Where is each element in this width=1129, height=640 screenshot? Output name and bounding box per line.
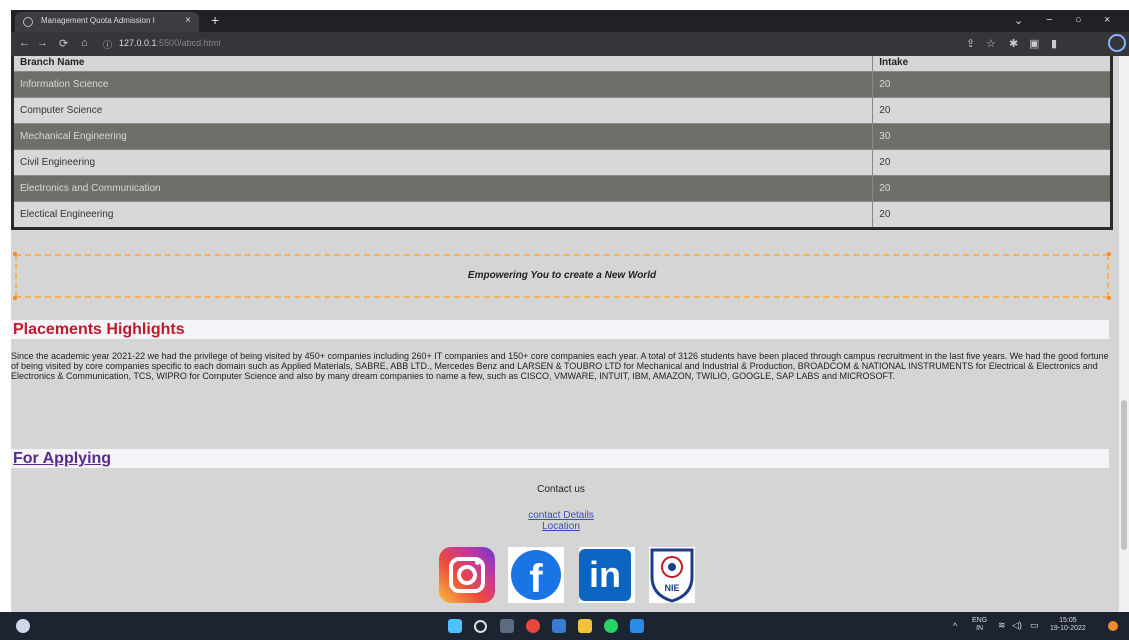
corner-dot <box>13 252 17 256</box>
column-header-branch: Branch Name <box>11 56 874 72</box>
scrollbar-thumb[interactable] <box>1121 400 1127 550</box>
vscode-icon[interactable] <box>630 619 644 633</box>
linkedin-icon[interactable]: in <box>579 547 635 603</box>
star-icon[interactable]: ☆ <box>986 37 996 50</box>
globe-icon <box>23 17 33 27</box>
reload-icon[interactable]: ⟳ <box>59 37 68 50</box>
battery-icon[interactable]: ▭ <box>1030 621 1039 630</box>
clock-time: 15:05 <box>1059 617 1077 624</box>
instagram-flash <box>475 560 480 565</box>
instagram-icon[interactable] <box>439 547 495 603</box>
nie-logo-text: NIE <box>664 583 679 593</box>
corner-dot <box>13 296 17 300</box>
corner-dot <box>1107 296 1111 300</box>
forward-arrow-icon[interactable]: → <box>37 37 48 49</box>
extensions-icon[interactable]: ✱ <box>1009 37 1018 50</box>
wifi-icon[interactable]: ≋ <box>998 621 1006 630</box>
branch-cell: Electical Engineering <box>11 201 874 229</box>
facebook-icon[interactable]: f <box>508 547 564 603</box>
info-icon[interactable]: ⓘ <box>103 38 112 51</box>
minimize-button[interactable]: − <box>1046 14 1052 26</box>
branch-cell: Electronics and Communication <box>11 175 874 202</box>
tab-close-button[interactable]: × <box>185 15 191 26</box>
volume-icon[interactable]: ◁) <box>1012 621 1022 630</box>
url-field[interactable]: 127.0.0.1:5500/abcd.html <box>119 38 221 48</box>
instagram-lens <box>457 565 477 585</box>
profile-icon[interactable] <box>1108 34 1126 52</box>
intake-cell: 20 <box>872 149 1112 176</box>
tab-search-chevron-icon[interactable]: ⌄ <box>1014 14 1023 27</box>
corner-dot <box>1107 252 1111 256</box>
share-icon[interactable]: ⇪ <box>966 37 975 50</box>
branch-intake-table: Branch Name Intake Information Science 20… <box>11 56 1113 230</box>
task-view-icon[interactable] <box>500 619 514 633</box>
sidepanel-icon[interactable]: ▣ <box>1029 37 1039 50</box>
page-content: Branch Name Intake Information Science 20… <box>11 56 1119 612</box>
clock-date: 19-10-2022 <box>1050 625 1086 632</box>
chrome-icon[interactable] <box>526 619 540 633</box>
table-row: Information Science 20 <box>11 71 1112 98</box>
restore-button[interactable]: ○ <box>1075 14 1082 26</box>
browser-toolbar: ← → ⟳ ⌂ ⓘ 127.0.0.1:5500/abcd.html ⇪ ☆ ✱… <box>11 32 1129 56</box>
intake-cell: 30 <box>872 123 1112 150</box>
back-arrow-icon[interactable]: ← <box>19 37 30 49</box>
language-indicator[interactable]: ENG IN <box>972 617 987 633</box>
column-header-intake: Intake <box>872 56 1112 72</box>
contact-details-link[interactable]: contact Details <box>11 510 1111 521</box>
weather-icon[interactable] <box>16 619 30 633</box>
close-window-button[interactable]: × <box>1104 14 1110 26</box>
table-row: Electronics and Communication 20 <box>11 175 1112 202</box>
tab-title: Management Quota Admission I <box>41 16 155 25</box>
whatsapp-icon[interactable] <box>604 619 618 633</box>
table-row: Computer Science 20 <box>11 97 1112 124</box>
tagline-banner: Empowering You to create a New World <box>15 254 1109 298</box>
table-row: Electical Engineering 20 <box>11 201 1112 229</box>
store-icon[interactable] <box>552 619 566 633</box>
notification-icon[interactable] <box>1108 621 1118 631</box>
branch-cell: Information Science <box>11 71 874 98</box>
intake-cell: 20 <box>872 71 1112 98</box>
taskbar: ^ ENG IN ≋ ◁) ▭ 15:05 19-10-2022 <box>0 612 1129 640</box>
browser-tab[interactable]: Management Quota Admission I × <box>15 12 199 32</box>
extension-badge-icon[interactable]: ▮ <box>1051 37 1057 50</box>
clock[interactable]: 15:05 19-10-2022 <box>1050 617 1086 633</box>
branch-cell: Civil Engineering <box>11 149 874 176</box>
facebook-glyph: f <box>511 550 561 600</box>
file-explorer-icon[interactable] <box>578 619 592 633</box>
for-applying-link[interactable]: For Applying <box>11 449 1109 468</box>
table-row: Mechanical Engineering 30 <box>11 123 1112 150</box>
placements-paragraph: Since the academic year 2021-22 we had t… <box>11 351 1109 381</box>
contact-us-title: Contact us <box>537 484 585 495</box>
home-icon[interactable]: ⌂ <box>81 37 88 49</box>
search-icon[interactable] <box>474 620 487 633</box>
intake-cell: 20 <box>872 175 1112 202</box>
url-path: :5500/abcd.html <box>156 38 221 48</box>
branch-cell: Computer Science <box>11 97 874 124</box>
url-host: 127.0.0.1 <box>119 38 157 48</box>
browser-tab-bar: Management Quota Admission I × + ⌄ − ○ × <box>11 10 1129 32</box>
placements-heading: Placements Highlights <box>11 320 1109 339</box>
location-link[interactable]: Location <box>11 521 1111 532</box>
linkedin-glyph: in <box>579 549 631 601</box>
language-code: ENG <box>972 617 988 624</box>
branch-cell: Mechanical Engineering <box>11 123 874 150</box>
tagline-text: Empowering You to create a New World <box>467 270 657 281</box>
intake-cell: 20 <box>872 201 1112 229</box>
windows-start-icon[interactable] <box>448 619 462 633</box>
region-code: IN <box>976 625 984 632</box>
nie-shield: NIE <box>650 548 694 603</box>
table-row: Civil Engineering 20 <box>11 149 1112 176</box>
intake-cell: 20 <box>872 97 1112 124</box>
nie-logo-icon[interactable]: NIE <box>649 547 695 603</box>
new-tab-button[interactable]: + <box>211 12 219 28</box>
tray-chevron-icon[interactable]: ^ <box>953 622 957 631</box>
